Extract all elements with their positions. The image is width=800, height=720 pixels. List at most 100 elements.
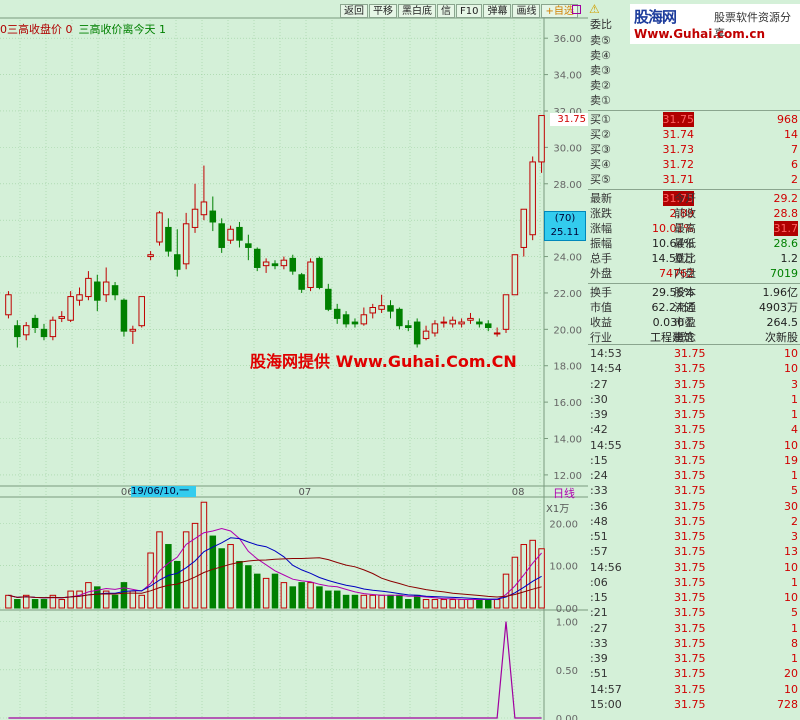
volume-bar [120,582,128,609]
tick-volume: 10 [784,682,798,696]
quote-panel: 委比 卖⑤ 卖④ 卖③ 卖② 卖① 买① 31.75 968 买② 31.74 14 买③ 31.73 7 买… [588,0,800,720]
tick-row: :06 31.75 1 [588,575,800,590]
candle-body [156,212,163,243]
volume-bar [351,594,359,609]
volume-bar [218,548,225,609]
buy-level-volume: 14 [784,128,798,141]
buy-level-label: 买① [590,113,611,126]
volume-bar [449,599,456,609]
sell-level-row: 卖⑤ [588,33,800,48]
info-label-2: 市盈 [674,316,696,329]
x-tick-label: 07 [299,487,312,498]
tick-time: :51 [590,530,608,543]
draw-line-button[interactable]: 画线 [512,4,541,18]
tick-price: 31.75 [674,347,706,360]
tick-volume: 10 [784,560,798,574]
candle-body [200,201,208,216]
tick-time: :39 [590,408,608,421]
candle-body [209,210,217,223]
volume-bar [67,590,74,609]
volume-bar [529,539,536,609]
tick-price: 31.75 [674,377,706,391]
candle-body [40,328,48,338]
candle-body [245,243,252,248]
candle-body [49,319,57,338]
candle-body [440,321,448,324]
price-tick-label: 16.00 [553,398,582,409]
quote-label-2: 今开 [674,192,696,205]
buy-level-volume: 2 [791,173,798,186]
volume-bar [31,599,39,609]
window-toggle-icon[interactable] [572,5,581,14]
quote-label-2: 最低 [674,237,696,250]
quote-label: 涨幅 [590,222,612,235]
candle-body [422,330,430,339]
period-label[interactable]: 日线 [553,485,575,501]
tick-row: :24 31.75 1 [588,468,800,483]
tick-price: 31.75 [674,652,706,665]
tick-time: :27 [590,377,608,391]
info-button[interactable]: 信 [437,4,455,18]
volume-bar [342,594,350,609]
tick-price: 31.75 [674,606,706,620]
info-label-2: 概念 [674,331,696,344]
divider [588,283,800,284]
info-label: 换手 [590,286,612,299]
tick-time: :15 [590,591,608,604]
quote-label: 振幅 [590,237,612,250]
tick-volume: 3 [791,377,798,391]
tick-row: :33 31.75 8 [588,636,800,651]
f10-button[interactable]: F10 [456,4,483,18]
tick-row: :33 31.75 5 [588,483,800,498]
pan-button[interactable]: 平移 [369,4,397,18]
tick-price: 31.75 [674,408,706,421]
price-tick-label: 30.00 [553,143,582,154]
price-tick-label: 20.00 [553,325,582,336]
tick-time: :06 [590,575,608,589]
volume-bar [431,599,439,609]
sell-level-label: 卖④ [590,49,611,62]
info-label-2: 股本 [674,286,696,299]
volume-bar [440,599,448,609]
candle-body [333,308,341,319]
info-row: 行业 工程建筑 概念 次新股 [588,330,800,345]
legend-close-high: 0三高收盘价 0 [0,23,73,36]
price-tick-label: 28.00 [553,180,582,191]
black-white-button[interactable]: 黑白底 [398,4,436,18]
info-value-2: 1.96亿 [762,286,799,299]
tick-time: :21 [590,606,608,620]
candle-body [120,299,128,332]
quote-label-2: 前收 [674,207,696,220]
volume-bar [422,599,430,609]
quote-value-2: 29.2 [773,192,799,205]
volume-bar [387,594,394,609]
signal-line [8,621,542,719]
candle-body [431,323,439,334]
signal-tick-label: 0.50 [556,666,578,677]
info-row: 市值 62.24亿 流通 4903万 [588,300,800,315]
tick-volume: 10 [784,438,798,452]
cursor-price-box: (70) 25.11 [544,211,586,241]
tick-row: :27 31.75 1 [588,621,800,636]
volume-bar [191,522,199,609]
buy-level-price: 31.74 [662,128,695,141]
tick-volume: 1 [791,469,798,482]
tick-price: 31.75 [674,682,706,696]
price-tick-label: 24.00 [553,253,582,264]
price-tick-label: 18.00 [553,362,582,373]
buy-level-price: 31.72 [662,158,695,171]
quote-value-2: 31.7 [773,221,798,236]
volume-bar [111,594,119,609]
volume-bar [280,582,288,609]
back-button[interactable]: 返回 [340,4,368,18]
tick-row: :21 31.75 5 [588,605,800,620]
volume-bar [493,599,501,609]
candle-body [165,226,172,252]
candle-body [253,248,261,268]
candle-body [102,281,110,296]
candle-body [174,254,181,270]
info-value-2: 264.5 [766,316,799,329]
tick-price: 31.75 [674,530,706,543]
quote-row: 涨幅 10.01% 最高 31.7 [588,221,800,236]
danmaku-button[interactable]: 弹幕 [483,4,512,18]
